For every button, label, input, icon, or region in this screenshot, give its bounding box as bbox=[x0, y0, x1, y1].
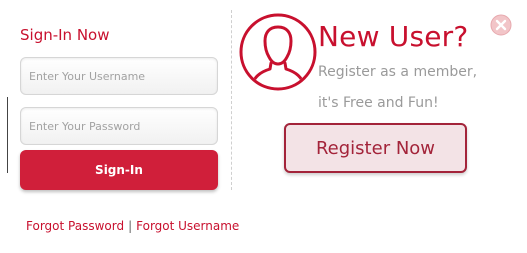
register-button-label: Register Now bbox=[315, 137, 436, 159]
section-divider bbox=[231, 10, 232, 190]
forgot-links: Forgot Password | Forgot Username bbox=[26, 219, 239, 233]
signin-button[interactable]: Sign-In bbox=[20, 150, 218, 190]
register-now-button[interactable]: Register Now bbox=[284, 123, 467, 173]
edge-line bbox=[7, 97, 8, 173]
register-tagline-2: it's Free and Fun! bbox=[318, 95, 439, 111]
signin-button-label: Sign-In bbox=[95, 163, 143, 177]
password-input[interactable] bbox=[20, 107, 218, 145]
register-tagline-1: Register as a member, bbox=[318, 64, 478, 80]
user-profile-icon bbox=[239, 13, 317, 91]
forgot-password-link[interactable]: Forgot Password bbox=[26, 219, 124, 233]
forgot-separator: | bbox=[128, 219, 133, 233]
login-popup: Sign-In Now Sign-In Forgot Password |Forg… bbox=[0, 0, 527, 253]
forgot-username-link[interactable]: Forgot Username bbox=[136, 219, 239, 233]
close-icon[interactable] bbox=[489, 13, 513, 37]
signin-title: Sign-In Now bbox=[20, 26, 110, 44]
username-input[interactable] bbox=[20, 57, 218, 95]
new-user-title: New User? bbox=[318, 20, 469, 53]
